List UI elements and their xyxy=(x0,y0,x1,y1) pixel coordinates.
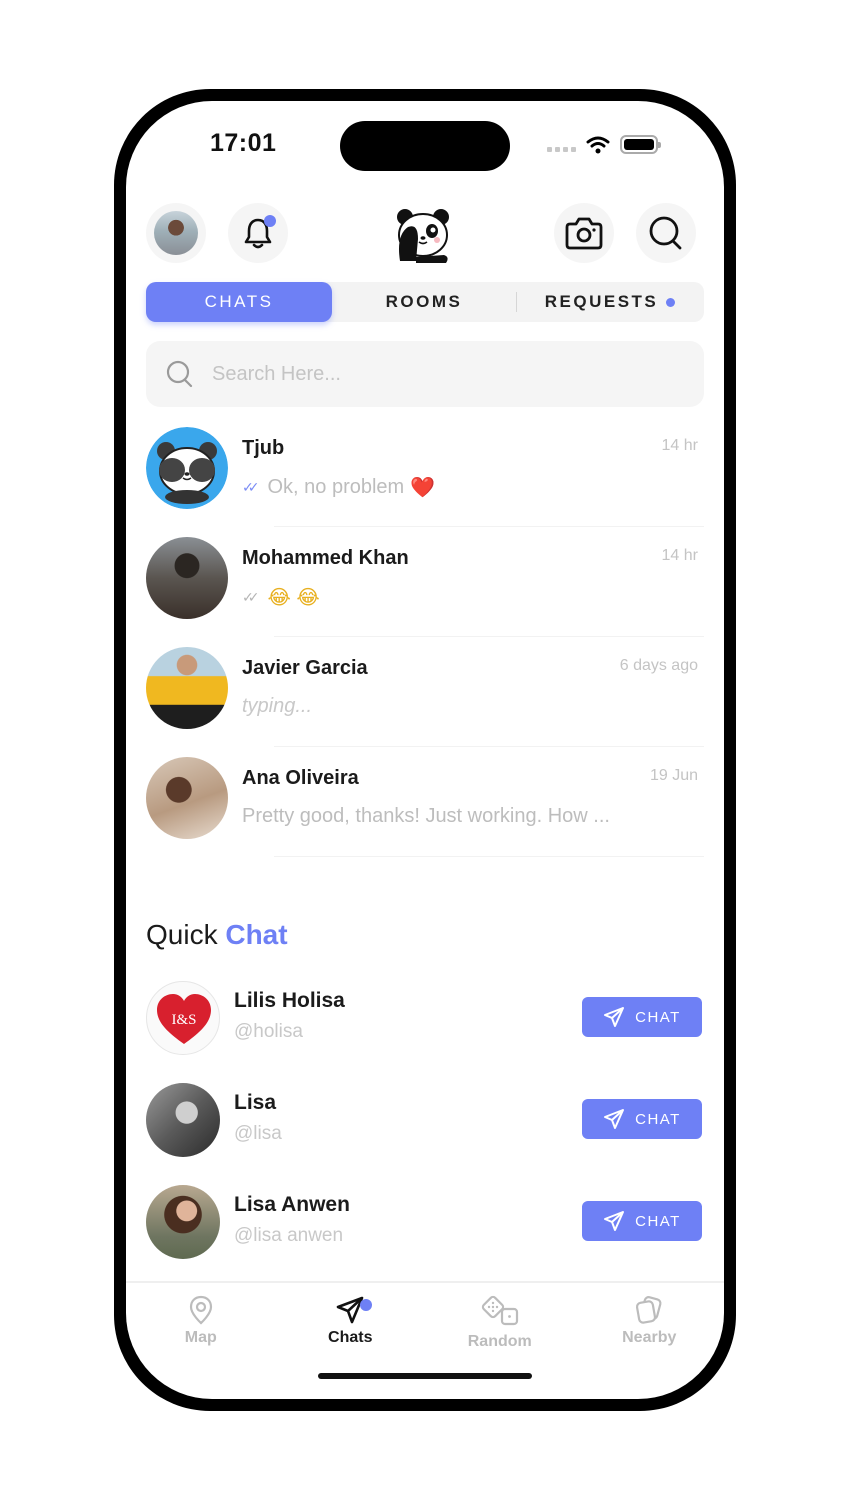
quick-chat-title-accent: Chat xyxy=(225,919,288,950)
avatar xyxy=(146,757,228,839)
read-ticks-icon: ✓✓ xyxy=(242,479,260,495)
quick-chat-handle: @lisa anwen xyxy=(234,1225,344,1246)
status-time: 17:01 xyxy=(210,129,277,157)
quick-chat-title: Quick Chat xyxy=(146,919,288,951)
tab-requests[interactable]: REQUESTS xyxy=(517,282,703,322)
search-bar[interactable] xyxy=(146,341,704,407)
send-icon xyxy=(336,1296,364,1324)
quick-chat-row: Lisa @lisa CHAT xyxy=(126,1079,724,1181)
avatar xyxy=(146,647,228,729)
search-icon xyxy=(649,216,682,250)
chat-preview-text: Ok, no problem xyxy=(267,476,405,498)
chat-time: 14 hr xyxy=(661,547,698,564)
tab-chats[interactable]: CHATS xyxy=(146,282,332,322)
nav-map[interactable]: Map xyxy=(126,1283,276,1399)
map-pin-icon xyxy=(189,1295,212,1325)
chat-preview-text: Pretty good, thanks! Just working. How .… xyxy=(242,805,610,827)
quick-chat-row: Lisa Anwen @lisa anwen CHAT xyxy=(126,1181,724,1283)
notification-dot xyxy=(264,215,276,227)
tab-rooms[interactable]: ROOMS xyxy=(332,282,516,322)
chat-button[interactable]: CHAT xyxy=(582,1201,702,1241)
nav-label: Nearby xyxy=(622,1329,677,1346)
chat-preview: Pretty good, thanks! Just working. How .… xyxy=(242,805,610,828)
quick-chat-handle: @holisa xyxy=(234,1021,303,1042)
tab-requests-label: REQUESTS xyxy=(544,292,659,311)
chat-preview-emoji: ❤️ xyxy=(410,477,436,499)
nav-label: Random xyxy=(467,1333,532,1350)
chat-button-label: CHAT xyxy=(635,1212,681,1230)
header xyxy=(126,203,724,267)
battery-icon xyxy=(620,135,661,154)
chat-time: 19 Jun xyxy=(649,767,698,784)
chat-row[interactable]: Mohammed Khan 14 hr ✓✓ 😂 😂 xyxy=(126,527,724,637)
chats-dot xyxy=(360,1299,373,1311)
panda-logo xyxy=(397,209,449,263)
nav-chats[interactable]: Chats xyxy=(276,1283,426,1399)
bottom-nav: Map Chats Random Nearby xyxy=(126,1281,724,1399)
chat-preview: ✓✓ 😂 😂 xyxy=(242,585,320,610)
chat-button[interactable]: CHAT xyxy=(582,997,702,1037)
cards-icon xyxy=(636,1296,662,1324)
search-icon xyxy=(166,360,193,388)
chat-time: 6 days ago xyxy=(619,657,698,674)
chat-name: Ana Oliveira xyxy=(242,767,359,789)
camera-button[interactable] xyxy=(554,203,614,263)
chat-button[interactable]: CHAT xyxy=(582,1099,702,1139)
sent-ticks-icon: ✓✓ xyxy=(242,589,260,605)
avatar-text: I&S xyxy=(171,1012,196,1028)
camera-icon xyxy=(565,217,603,250)
profile-button[interactable] xyxy=(146,203,206,263)
nav-random[interactable]: Random xyxy=(425,1283,575,1399)
avatar xyxy=(146,1185,220,1259)
quick-chat-handle: @lisa xyxy=(234,1123,282,1144)
nav-nearby[interactable]: Nearby xyxy=(575,1283,725,1399)
chat-name: Tjub xyxy=(242,437,285,459)
chat-button-label: CHAT xyxy=(635,1110,681,1128)
quick-chat-name: Lisa xyxy=(234,1091,277,1114)
user-avatar xyxy=(154,211,198,255)
nav-label: Chats xyxy=(328,1329,373,1346)
avatar: I&S xyxy=(146,981,220,1055)
chat-preview-emoji: 😂 😂 xyxy=(267,587,320,609)
wifi-icon xyxy=(586,136,610,153)
chat-name: Javier Garcia xyxy=(242,657,368,679)
chat-time: 14 hr xyxy=(661,437,698,454)
tab-bar: CHATS ROOMS REQUESTS xyxy=(146,282,704,322)
screen: 17:01 CHATS ROOMS REQUESTS Search Here..… xyxy=(126,101,724,1399)
quick-chat-name: Lilis Holisa xyxy=(234,989,345,1012)
chat-name: Mohammed Khan xyxy=(242,547,409,569)
quick-chat-name: Lisa Anwen xyxy=(234,1193,350,1216)
chat-row[interactable]: Tjub 14 hr ✓✓ Ok, no problem ❤️ xyxy=(126,417,724,527)
notifications-button[interactable] xyxy=(228,203,288,263)
quick-chat-list: I&S Lilis Holisa @holisa CHAT Lisa @lisa xyxy=(126,977,724,1283)
quick-chat-row: I&S Lilis Holisa @holisa CHAT xyxy=(126,977,724,1079)
chat-preview: typing... xyxy=(242,695,312,718)
requests-dot xyxy=(666,297,676,307)
signal-icon xyxy=(547,147,576,152)
chat-row[interactable]: Ana Oliveira 19 Jun Pretty good, thanks!… xyxy=(126,747,724,857)
quick-chat-title-plain: Quick xyxy=(146,919,218,950)
chat-button-label: CHAT xyxy=(635,1008,681,1026)
chat-row[interactable]: Javier Garcia 6 days ago typing... xyxy=(126,637,724,747)
status-icons xyxy=(547,135,661,154)
dynamic-island xyxy=(340,121,510,171)
chat-list: Tjub 14 hr ✓✓ Ok, no problem ❤️ Mohammed… xyxy=(126,417,724,857)
home-indicator[interactable] xyxy=(318,1373,532,1379)
chat-preview: ✓✓ Ok, no problem ❤️ xyxy=(242,475,435,500)
avatar xyxy=(146,537,228,619)
dice-icon xyxy=(481,1295,518,1326)
search-button[interactable] xyxy=(636,203,696,263)
avatar xyxy=(146,1083,220,1157)
search-input[interactable] xyxy=(212,362,652,386)
typing-indicator: typing... xyxy=(242,695,313,717)
send-icon xyxy=(604,1109,625,1129)
phone-frame: 17:01 CHATS ROOMS REQUESTS Search Here..… xyxy=(114,89,736,1411)
send-icon xyxy=(604,1211,625,1231)
avatar xyxy=(146,427,228,509)
divider xyxy=(274,856,704,857)
send-icon xyxy=(604,1007,625,1027)
nav-label: Map xyxy=(184,1329,217,1346)
